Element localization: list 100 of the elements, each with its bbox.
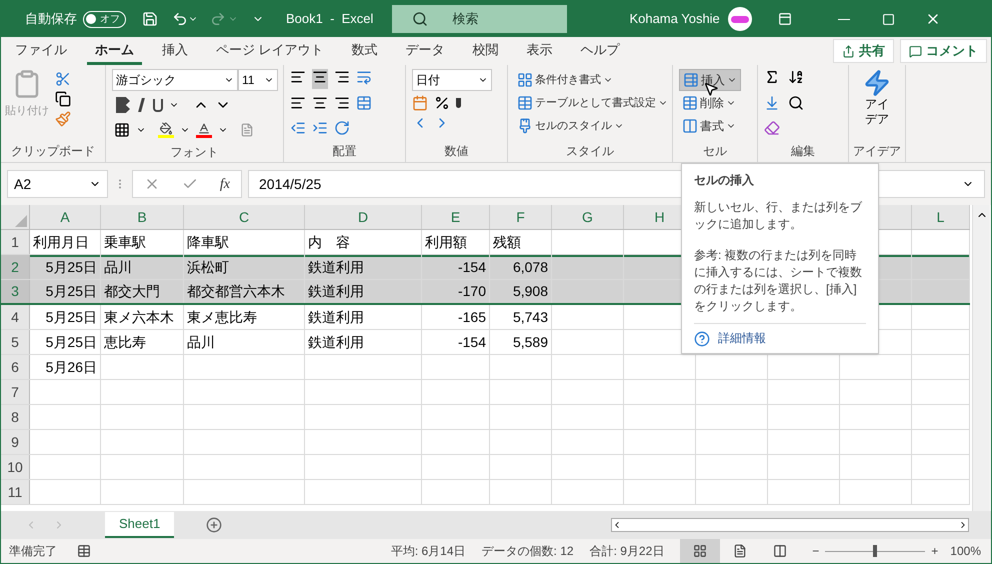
ribbon-tab[interactable]: ヘルプ — [572, 37, 628, 65]
minimize-icon[interactable] — [838, 18, 850, 20]
align-bottom-icon — [334, 69, 350, 85]
column-header[interactable]: G — [582, 206, 593, 228]
share-button[interactable]: 共有 — [833, 39, 894, 63]
lightning-icon — [863, 69, 891, 97]
ribbon-tab[interactable]: 表示 — [518, 37, 561, 65]
orientation-icon — [334, 120, 350, 136]
autosave-toggle[interactable]: オフ — [83, 10, 126, 28]
zoom-in-button[interactable]: + — [931, 542, 938, 560]
ribbon-tab[interactable]: ファイル — [7, 37, 75, 65]
cells-button[interactable]: 挿入 — [679, 69, 741, 91]
row-header[interactable]: 11 — [1, 480, 30, 504]
view-button[interactable] — [680, 539, 720, 563]
group-label: 数値 — [444, 143, 468, 160]
table-cell-text: 鉄道利用 — [308, 282, 364, 301]
ribbon-tab[interactable]: データ — [398, 37, 453, 65]
table-cell-text: 鉄道利用 — [308, 258, 364, 276]
insert-function-button[interactable]: fx — [220, 174, 230, 194]
table-cell-text: 内 容 — [308, 232, 350, 252]
ideas-button[interactable]: アイデア — [855, 69, 899, 140]
tooltip-link[interactable]: 詳細情報 — [718, 330, 766, 347]
help-icon — [694, 330, 710, 346]
column-header[interactable]: E — [450, 206, 460, 228]
font-name-dropdown[interactable]: 游ゴシック — [112, 69, 238, 91]
sort-filter-icon — [788, 69, 804, 85]
table-cell-text: 品川 — [104, 258, 132, 276]
column-header[interactable]: A — [60, 206, 70, 228]
table-cell-text: 5,743 — [512, 308, 548, 326]
group-label: クリップボード — [11, 143, 95, 160]
undo-icon — [172, 11, 188, 27]
align-right-icon — [334, 94, 350, 111]
row-header[interactable]: 8 — [1, 405, 30, 429]
find-icon — [788, 94, 804, 111]
column-header[interactable]: B — [137, 206, 147, 228]
table-cell-text: 品川 — [187, 332, 215, 352]
comment-button[interactable]: コメント — [900, 39, 987, 63]
row-header[interactable]: 9 — [1, 430, 30, 454]
cells-icon — [682, 95, 698, 111]
number-format-dropdown[interactable]: 日付 — [412, 69, 492, 91]
cells-button[interactable]: 書式 — [679, 115, 741, 137]
zoom-out-button[interactable]: − — [812, 542, 820, 560]
row-header[interactable]: 6 — [1, 355, 30, 379]
column-header[interactable]: H — [654, 206, 665, 228]
italic-icon[interactable] — [138, 98, 145, 112]
tooltip-text: 参考: 複数の行または列を同時に挿入するには、シートで複数の行または列を選択し、[挿入] をクリックします。 — [694, 247, 863, 315]
format-painter-icon — [55, 111, 71, 127]
row-header[interactable]: 10 — [1, 455, 30, 479]
row-header[interactable]: 1 — [1, 230, 30, 254]
zoom-slider[interactable] — [825, 545, 926, 557]
zoom-thumb[interactable] — [873, 545, 878, 557]
column-header[interactable]: D — [358, 206, 368, 228]
underline-icon[interactable] — [153, 98, 163, 112]
row-header[interactable]: 5 — [1, 330, 30, 354]
sheet-tab[interactable]: Sheet1 — [105, 512, 174, 538]
table-cell-text: 5月25日 — [46, 332, 97, 352]
name-box[interactable]: A2 — [7, 170, 108, 198]
phonetic-icon — [240, 123, 254, 137]
ribbon-tab[interactable]: 挿入 — [154, 37, 196, 65]
styles-button[interactable]: テーブルとして書式設定 — [514, 92, 671, 114]
group-label: セル — [703, 143, 727, 160]
eraser-icon — [764, 120, 780, 136]
table-cell-text: -165 — [458, 308, 486, 326]
column-header[interactable]: L — [936, 206, 944, 228]
group-label: 配置 — [332, 143, 356, 160]
wrap-text-icon — [356, 69, 372, 85]
font-size-dropdown[interactable]: 11 — [238, 69, 278, 91]
ribbon-display-icon — [778, 12, 792, 26]
align-left-icon — [290, 94, 306, 111]
styles-button[interactable]: セルのスタイル — [514, 115, 671, 137]
ribbon-tab[interactable]: 校閲 — [464, 37, 507, 65]
column-header[interactable]: F — [516, 206, 525, 228]
table-cell-text: 6,078 — [512, 258, 548, 276]
vertical-scrollbar[interactable] — [972, 205, 990, 511]
row-header[interactable]: 7 — [1, 380, 30, 404]
status-stat: 合計: 9月22日 — [590, 543, 664, 560]
group-label: スタイル — [566, 143, 614, 160]
search-box[interactable]: 検索 — [392, 5, 568, 33]
align-top-icon — [290, 69, 306, 85]
horizontal-scrollbar[interactable] — [611, 518, 969, 532]
view-icon — [733, 544, 748, 558]
autosave-label: 自動保存 — [25, 10, 77, 28]
group-label: フォント — [170, 144, 218, 160]
table-cell-text: 鉄道利用 — [308, 308, 364, 326]
table-cell-text: -154 — [458, 332, 486, 352]
group-label: アイデア — [853, 143, 901, 160]
ribbon-tab[interactable]: ページ レイアウト — [208, 37, 332, 65]
table-cell-text: 降車駅 — [187, 232, 229, 252]
tooltip-title: セルの挿入 — [694, 172, 755, 189]
cells-button[interactable]: 削除 — [679, 92, 741, 114]
table-cell-text: 5月25日 — [46, 308, 97, 326]
decrease-indent-icon — [290, 120, 306, 136]
styles-button[interactable]: 条件付き書式 — [514, 69, 671, 91]
align-middle-icon[interactable] — [312, 69, 328, 89]
zoom-level[interactable]: 100% — [950, 542, 981, 560]
row-header[interactable]: 4 — [1, 305, 30, 329]
ribbon-tab[interactable]: 数式 — [344, 37, 386, 65]
column-header[interactable]: C — [238, 206, 250, 228]
table-cell-text: 都交大門 — [104, 282, 160, 301]
cells-icon — [682, 118, 698, 134]
